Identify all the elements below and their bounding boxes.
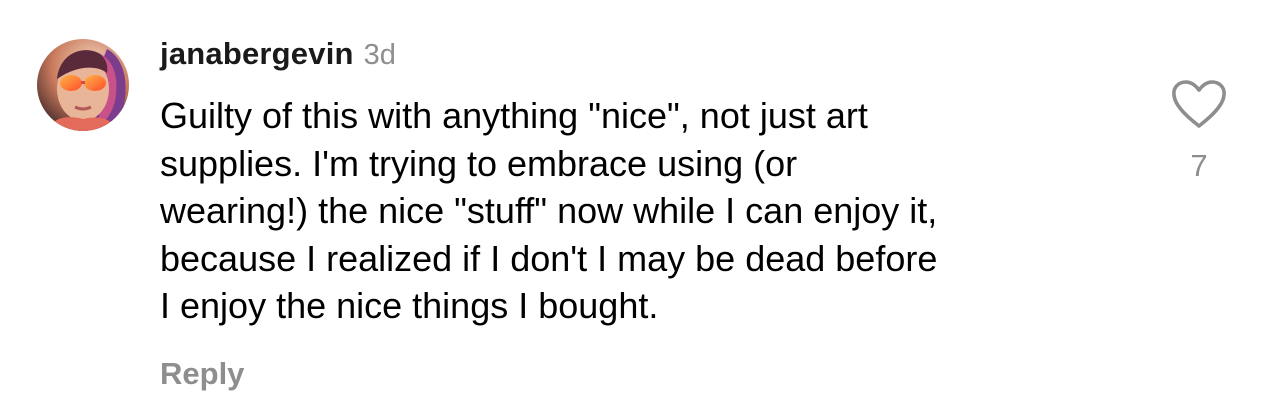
like-button[interactable] [1170, 78, 1228, 130]
like-count: 7 [1190, 148, 1208, 183]
comment-line: because I realized if I don't I may be d… [160, 237, 938, 279]
comment-line: supplies. I'm trying to embrace using (o… [160, 142, 798, 184]
comment-line: Guilty of this with anything "nice", not… [160, 95, 868, 136]
comment-line: I enjoy the nice things I bought. [160, 285, 659, 326]
reply-button[interactable]: Reply [160, 356, 244, 392]
comment: janabergevin 3d Guilty of this with anyt… [0, 0, 1284, 413]
comment-header: janabergevin 3d [160, 36, 396, 76]
username[interactable]: janabergevin [160, 36, 354, 72]
heart-outline-icon [1172, 80, 1226, 128]
avatar-image [37, 39, 129, 131]
comment-line: wearing!) the nice "stuff" now while I c… [160, 190, 938, 231]
timestamp: 3d [363, 39, 396, 71]
avatar[interactable] [37, 39, 129, 131]
comment-body: Guilty of this with anything "nice", not… [160, 92, 1150, 330]
